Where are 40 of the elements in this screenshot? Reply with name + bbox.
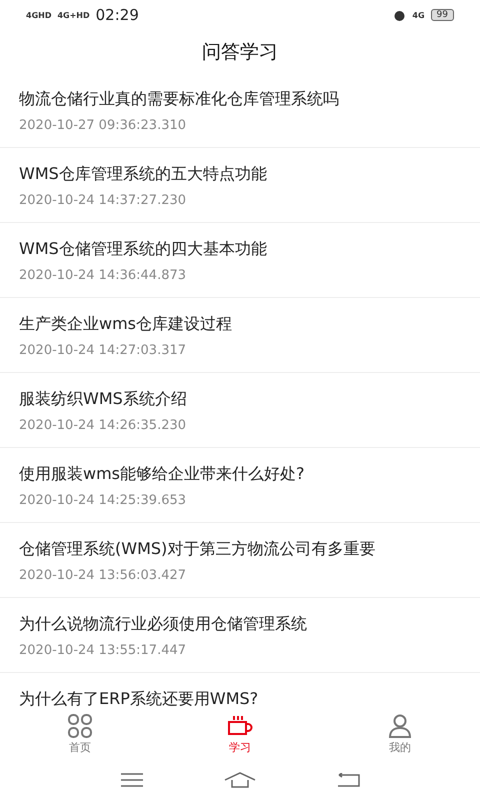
article-item[interactable]: 为什么说物流行业必须使用仓储管理系统 2020-10-24 13:55:17.447 — [0, 598, 480, 673]
menu-icon[interactable] — [120, 773, 144, 787]
article-date: 2020-10-24 14:26:35.230 — [19, 417, 188, 435]
article-title: 生产类企业wms仓库建设过程 — [19, 314, 234, 334]
article-title: WMS仓储管理系统的四大基本功能 — [19, 239, 268, 259]
home-icon[interactable] — [224, 772, 256, 788]
cup-icon — [227, 714, 253, 738]
article-date: 2020-10-27 09:36:23.310 — [19, 117, 188, 135]
battery-level: 99 — [430, 9, 454, 21]
article-item[interactable]: 使用服装wms能够给企业带来什么好处? 2020-10-24 14:25:39.653 — [0, 448, 480, 523]
article-title: 为什么有了ERP系统还要用WMS? — [19, 689, 260, 708]
tab[interactable]: 首页 — [30, 714, 130, 754]
article-title: 物流仓储行业真的需要标准化仓库管理系统吗 — [19, 89, 340, 109]
clock-time: 02:29 — [96, 6, 139, 24]
article-title: 使用服装wms能够给企业带来什么好处? — [19, 464, 306, 484]
tab[interactable]: 学习 — [190, 714, 290, 754]
tab[interactable]: 我的 — [350, 714, 450, 754]
article-title: 仓储管理系统(WMS)对于第三方物流公司有多重要 — [19, 539, 376, 559]
article-date: 2020-10-24 14:27:03.317 — [19, 342, 188, 360]
article-title: 服装纺织WMS系统介绍 — [19, 389, 188, 409]
article-date: 2020-10-24 13:56:03.427 — [19, 567, 188, 585]
network-label: 4G+HD — [57, 10, 90, 20]
article-date: 2020-10-24 14:25:39.653 — [19, 492, 188, 510]
back-icon[interactable] — [336, 773, 360, 787]
article-date: 2020-10-24 14:37:27.230 — [19, 192, 188, 210]
article-item[interactable]: WMS仓储管理系统的四大基本功能 2020-10-24 14:36:44.873 — [0, 223, 480, 298]
article-item[interactable]: 仓储管理系统(WMS)对于第三方物流公司有多重要 2020-10-24 13:56:03.427 — [0, 523, 480, 598]
article-item[interactable]: WMS仓库管理系统的五大特点功能 2020-10-24 14:37:27.230 — [0, 148, 480, 223]
article-date: 2020-10-24 14:36:44.873 — [19, 267, 188, 285]
grid-icon — [67, 714, 93, 738]
article-date: 2020-10-24 13:55:17.447 — [19, 642, 188, 660]
person-icon — [387, 714, 413, 738]
network-label: 4GHD — [26, 10, 52, 20]
article-title: WMS仓库管理系统的五大特点功能 — [19, 164, 268, 184]
article-item[interactable]: 服装纺织WMS系统介绍 2020-10-24 14:26:35.230 — [0, 373, 480, 448]
page-title: 问答学习 — [202, 40, 278, 64]
article-item[interactable]: 生产类企业wms仓库建设过程 2020-10-24 14:27:03.317 — [0, 298, 480, 373]
article-item[interactable]: 物流仓储行业真的需要标准化仓库管理系统吗 2020-10-27 09:36:23.310 — [0, 73, 480, 148]
article-title: 为什么说物流行业必须使用仓储管理系统 — [19, 614, 308, 634]
network-label: 4G — [412, 10, 425, 20]
